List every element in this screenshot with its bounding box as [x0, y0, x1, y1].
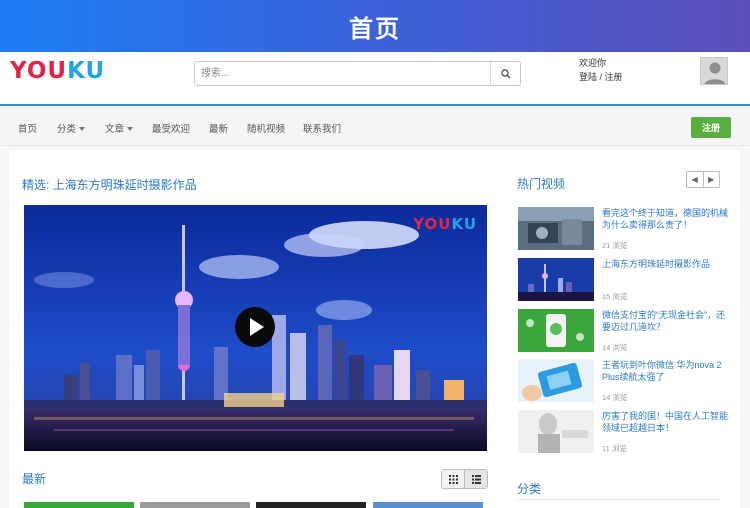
hot-video-title[interactable]: 微信支付宝的“无现金社会”，还要迈过几道坎？: [602, 309, 728, 333]
wechat-pay-image: [518, 309, 594, 352]
user-welcome: 欢迎你 登陆 / 注册: [579, 56, 623, 84]
grid-view-button[interactable]: [442, 470, 464, 488]
site-header: YOUKU 欢迎你 登陆 / 注册: [0, 52, 750, 106]
machine-image: [518, 207, 594, 250]
hot-video-thumb[interactable]: [518, 309, 594, 352]
next-button[interactable]: ▶: [702, 172, 720, 187]
nav-item-random[interactable]: 随机视频: [247, 121, 285, 135]
hot-video-title[interactable]: 上海东方明珠延时摄影作品: [602, 258, 728, 270]
signup-button[interactable]: 注册: [691, 117, 731, 138]
categories-title: 分类: [517, 482, 542, 496]
latest-title: 最新: [22, 472, 47, 486]
content-area: 精选: 上海东方明珠延时摄影作品 YOUKU 最新 热门视频 ◀ ▶ 看完这个终…: [9, 150, 740, 508]
hot-video-thumb[interactable]: [518, 258, 594, 301]
nav-item-contact[interactable]: 联系我们: [303, 121, 341, 135]
search-box: [194, 61, 521, 86]
hot-video-views: 14 浏览: [602, 393, 628, 402]
robot-image: [518, 410, 594, 453]
play-button[interactable]: [235, 307, 275, 347]
shanghai-thumb-image: [518, 258, 594, 301]
list-icon: [471, 474, 481, 484]
view-toggle: [441, 469, 488, 489]
search-input[interactable]: [195, 62, 490, 85]
hot-video-title[interactable]: 厉害了我的国！中国在人工智能领域已超越日本！: [602, 410, 728, 434]
latest-thumb[interactable]: [256, 502, 366, 508]
nav-item-newest[interactable]: 最新: [209, 121, 228, 135]
nav-item-category-label: 分类: [57, 124, 77, 135]
hot-video-item[interactable]: 看完这个终于知道，德国的机械为什么卖得那么贵了！ 21 浏览: [518, 207, 728, 251]
latest-thumb[interactable]: [373, 502, 483, 508]
login-link[interactable]: 登陆: [579, 72, 597, 82]
hot-video-title[interactable]: 看完这个终于知道，德国的机械为什么卖得那么贵了！: [602, 207, 728, 231]
hot-pager: ◀ ▶: [686, 171, 720, 188]
nav-item-articles-label: 文章: [105, 124, 125, 135]
chevron-down-icon: [79, 127, 86, 132]
hot-video-thumb[interactable]: [518, 410, 594, 453]
divider: [517, 499, 720, 500]
top-banner: 首页: [0, 0, 750, 52]
search-icon: [500, 68, 511, 79]
latest-thumb[interactable]: [140, 502, 250, 508]
avatar[interactable]: [700, 57, 728, 85]
logo-part-you: YOU: [10, 58, 68, 84]
hot-video-views: 14 浏览: [602, 343, 628, 352]
welcome-text: 欢迎你: [579, 58, 607, 68]
hot-video-views: 21 浏览: [602, 241, 628, 250]
video-player[interactable]: YOUKU: [24, 205, 487, 451]
list-view-button[interactable]: [464, 470, 487, 488]
prev-button[interactable]: ◀: [687, 172, 703, 187]
hot-video-item[interactable]: 上海东方明珠延时摄影作品 15 浏览: [518, 258, 728, 302]
hot-video-item[interactable]: 王者玩到叶你微信 华为nova 2 Plus续航太强了 14 浏览: [518, 359, 728, 403]
hot-video-thumb[interactable]: [518, 207, 594, 250]
logo-part-ku: KU: [67, 58, 106, 84]
grid-icon: [448, 474, 458, 484]
hot-video-item[interactable]: 微信支付宝的“无现金社会”，还要迈过几道坎？ 14 浏览: [518, 309, 728, 353]
nav-item-category[interactable]: 分类: [57, 121, 86, 135]
register-link[interactable]: 注册: [605, 72, 623, 82]
hot-video-thumb[interactable]: [518, 359, 594, 402]
hot-video-views: 15 浏览: [602, 292, 628, 301]
nav-item-popular[interactable]: 最受欢迎: [152, 121, 190, 135]
watermark-part-ku: KU: [451, 215, 477, 233]
watermark-part-you: YOU: [413, 215, 452, 233]
hot-video-item[interactable]: 厉害了我的国！中国在人工智能领域已超越日本！ 11 浏览: [518, 410, 728, 454]
user-silhouette-icon: [704, 62, 726, 84]
search-button[interactable]: [490, 62, 520, 85]
latest-thumb[interactable]: [24, 502, 134, 508]
chevron-down-icon: [127, 127, 134, 132]
banner-title: 首页: [349, 14, 401, 43]
youku-logo[interactable]: YOUKU: [10, 58, 105, 84]
auth-separator: /: [597, 72, 605, 82]
nav-item-articles[interactable]: 文章: [105, 121, 134, 135]
main-nav: 首页 分类 文章 最受欢迎 最新 随机视频 联系我们 注册: [0, 108, 750, 146]
nav-item-home[interactable]: 首页: [18, 121, 37, 135]
play-icon: [250, 318, 264, 336]
hot-video-views: 11 浏览: [602, 444, 627, 453]
hot-video-title[interactable]: 王者玩到叶你微信 华为nova 2 Plus续航太强了: [602, 359, 728, 383]
video-watermark: YOUKU: [413, 215, 477, 233]
featured-title[interactable]: 精选: 上海东方明珠延时摄影作品: [22, 176, 197, 193]
phone-image: [518, 359, 594, 402]
hot-videos-title: 热门视频: [517, 177, 566, 191]
